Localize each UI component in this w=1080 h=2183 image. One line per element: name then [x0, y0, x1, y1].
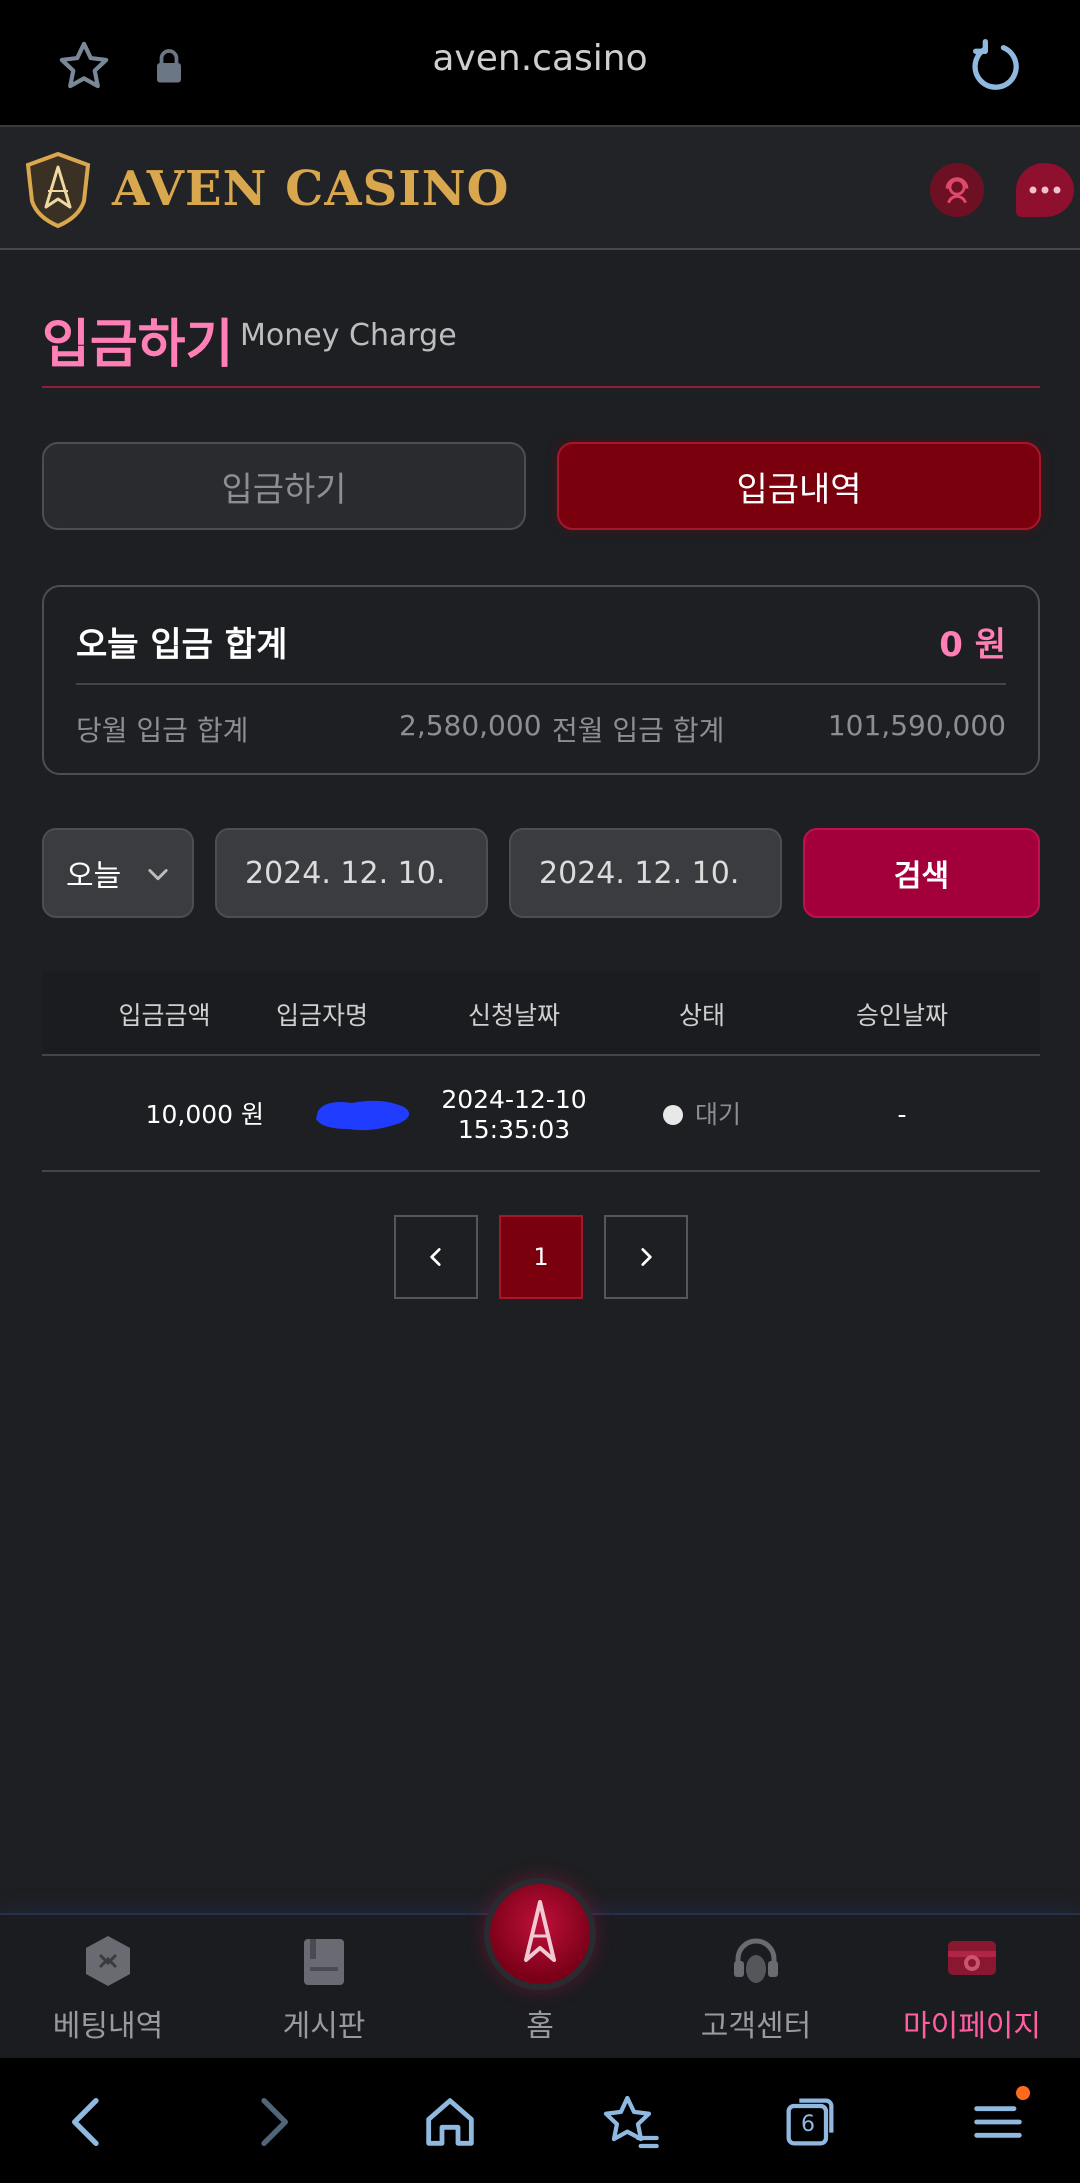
chevron-right-icon [641, 1248, 652, 1266]
notification-dot [1016, 2086, 1030, 2100]
prev-month-total-label: 전월 입금 합계 [552, 714, 725, 747]
nav-customer-center[interactable]: 고객센터 [648, 1915, 864, 2060]
url-bar[interactable]: aven.casino [0, 38, 1080, 79]
row-status-text: 대기 [694, 1099, 741, 1129]
support-button[interactable] [930, 163, 984, 217]
date-from-input[interactable]: 2024. 12. 10. [215, 828, 488, 918]
nav-label: 베팅내역 [52, 2009, 164, 2044]
period-select[interactable]: 오늘 [42, 828, 194, 918]
pagination-page-button[interactable]: 1 [499, 1215, 583, 1299]
refresh-icon[interactable] [966, 38, 1024, 96]
chat-dots-icon [1029, 186, 1061, 194]
mypage-icon [948, 1941, 996, 1975]
row-request-datetime-text: 2024-12-10 15:35:03 [441, 1085, 586, 1145]
today-total-label: 오늘 입금 합계 [76, 625, 288, 665]
site-header: AVEN CASINO [0, 125, 1080, 250]
redacted-depositor-name [316, 1100, 410, 1131]
nav-board[interactable]: 게시판 [216, 1915, 432, 2060]
board-icon [304, 1939, 344, 1985]
chat-button[interactable] [1016, 163, 1074, 217]
pagination-next-button[interactable] [604, 1215, 688, 1299]
tab-deposit-history[interactable]: 입금내역 [557, 442, 1041, 530]
date-to-input[interactable]: 2024. 12. 10. [509, 828, 782, 918]
tab-deposit[interactable]: 입금하기 [42, 442, 526, 530]
tabs-button[interactable]: 6 [778, 2090, 842, 2154]
prev-month-total-value: 101,590,000 [827, 709, 1006, 742]
deposit-summary-card: 오늘 입금 합계 0 원 당월 입금 합계 2,580,000 전월 입금 합계… [42, 585, 1040, 775]
nav-label: 홈 [526, 2009, 554, 2044]
chevron-down-icon [148, 869, 168, 881]
today-total-value: 0 원 [939, 625, 1006, 665]
home-logo-button[interactable] [484, 1878, 596, 1990]
nav-mypage[interactable]: 마이페이지 [864, 1915, 1080, 2060]
status-dot-icon [662, 1104, 683, 1125]
nav-betting-history[interactable]: 베팅내역 [0, 1915, 216, 2060]
support-agent-icon [945, 177, 969, 204]
forward-icon[interactable] [240, 2090, 304, 2154]
column-header-request-date: 신청날짜 [467, 1001, 560, 1030]
column-header-depositor: 입금자명 [275, 1001, 368, 1030]
row-status: 대기 [622, 1057, 782, 1172]
pagination-prev-button[interactable] [394, 1215, 478, 1299]
bookmarks-star-icon[interactable] [598, 2090, 662, 2154]
month-total-value: 2,580,000 [399, 709, 542, 742]
table-header: 입금금액 입금자명 신청날짜 상태 승인날짜 [42, 972, 1040, 1056]
menu-button[interactable] [966, 2086, 1030, 2154]
logo-text[interactable]: AVEN CASINO [112, 161, 509, 217]
browser-toolbar: aven.casino [0, 0, 1080, 125]
row-request-time: 15:35:03 [457, 1114, 571, 1144]
logo-shield-icon[interactable] [24, 151, 92, 229]
nav-label: 고객센터 [700, 2009, 812, 2044]
betting-history-icon [86, 1936, 130, 1986]
summary-divider [76, 683, 1006, 685]
page-subtitle: Money Charge [240, 318, 457, 353]
row-request-date: 2024-12-10 [441, 1084, 587, 1114]
back-icon[interactable] [56, 2090, 120, 2154]
nav-label: 게시판 [282, 2009, 366, 2044]
row-approval-date: - [897, 1099, 907, 1129]
tab-count: 6 [801, 2112, 815, 2137]
system-navigation-bar: 6 [0, 2058, 1080, 2183]
headset-icon [734, 1938, 778, 1983]
row-amount: 10,000 원 [145, 1099, 264, 1129]
column-header-status: 상태 [678, 1001, 725, 1030]
table-row: 10,000 원 2024-12-10 15:35:03 대기 - [42, 1057, 1040, 1172]
month-total-label: 당월 입금 합계 [76, 714, 249, 747]
title-divider [42, 386, 1040, 388]
home-logo-icon [524, 1900, 556, 1962]
home-icon[interactable] [418, 2090, 482, 2154]
page-title: 입금하기 [42, 315, 234, 375]
nav-label: 마이페이지 [903, 2009, 1041, 2044]
row-request-datetime: 2024-12-10 15:35:03 [429, 1057, 599, 1172]
period-select-value: 오늘 [66, 859, 122, 894]
chevron-left-icon [430, 1248, 441, 1266]
column-header-approval-date: 승인날짜 [855, 1001, 948, 1030]
search-button[interactable]: 검색 [803, 828, 1040, 918]
